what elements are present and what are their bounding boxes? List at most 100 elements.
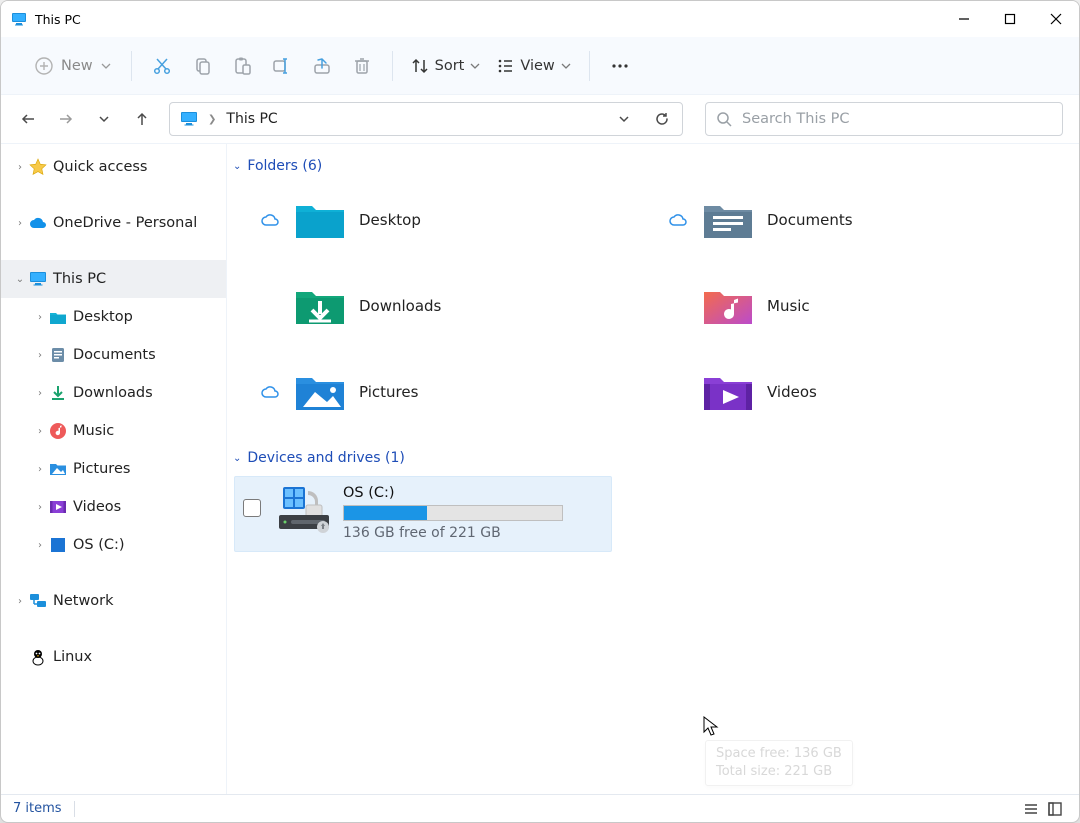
tree-item-label: OneDrive - Personal (53, 215, 197, 231)
folder-icon (701, 365, 755, 419)
music-icon (49, 422, 67, 440)
tree-twisty-icon[interactable]: › (31, 426, 49, 437)
search-icon (716, 111, 732, 127)
status-item-count: 7 items (13, 801, 62, 816)
maximize-button[interactable] (987, 1, 1033, 37)
delete-button[interactable] (342, 48, 382, 84)
drives-section-header[interactable]: ⌄ Devices and drives (1) (231, 450, 1075, 472)
tree-twisty-icon[interactable]: › (11, 162, 29, 173)
folder-label: Music (767, 297, 810, 315)
sidebar-item-pictures[interactable]: ›Pictures (1, 450, 226, 488)
up-button[interactable] (125, 102, 159, 136)
list-icon (1023, 801, 1039, 817)
sidebar-item-os-c-[interactable]: › OS (C:) (1, 526, 226, 564)
rename-icon (272, 56, 292, 76)
sidebar-item-desktop[interactable]: › Desktop (1, 298, 226, 336)
star-icon (29, 158, 47, 176)
folder-icon (293, 365, 347, 419)
sidebar-item-network[interactable]: ›Network (1, 582, 226, 620)
minimize-button[interactable] (941, 1, 987, 37)
chevron-down-icon (98, 113, 110, 125)
search-box[interactable] (705, 102, 1063, 136)
drive-icon (49, 536, 67, 554)
sidebar-item-quick-access[interactable]: › Quick access (1, 148, 226, 186)
tree-twisty-icon[interactable]: › (11, 596, 29, 607)
trash-icon (352, 56, 372, 76)
downloads-icon (49, 384, 67, 402)
drive-checkbox[interactable] (243, 499, 261, 517)
folder-item-videos[interactable]: Videos (667, 364, 1065, 420)
copy-icon (192, 56, 212, 76)
tree-item-label: This PC (53, 271, 106, 287)
cut-button[interactable] (142, 48, 182, 84)
chevron-down-icon (470, 61, 480, 71)
sort-icon (411, 57, 429, 75)
folder-label: Pictures (359, 383, 418, 401)
recent-locations-button[interactable] (87, 102, 121, 136)
sidebar-item-downloads[interactable]: › Downloads (1, 374, 226, 412)
tree-twisty-icon[interactable]: › (31, 388, 49, 399)
tree-twisty-icon[interactable]: › (31, 502, 49, 513)
chevron-down-icon (101, 61, 111, 71)
more-button[interactable] (600, 48, 640, 84)
pc-icon (11, 11, 27, 27)
drive-item[interactable]: OS (C:) 136 GB free of 221 GB (234, 476, 612, 552)
paste-button[interactable] (222, 48, 262, 84)
sidebar-item-videos[interactable]: ›Videos (1, 488, 226, 526)
sidebar-item-onedrive-personal[interactable]: › OneDrive - Personal (1, 204, 226, 242)
folder-item-music[interactable]: Music (667, 278, 1065, 334)
folders-section-header[interactable]: ⌄ Folders (6) (231, 158, 1075, 180)
folder-item-documents[interactable]: Documents (667, 192, 1065, 248)
folder-item-pictures[interactable]: Pictures (259, 364, 657, 420)
details-view-button[interactable] (1019, 797, 1043, 821)
view-button[interactable]: View (488, 48, 578, 84)
tree-twisty-icon[interactable]: › (31, 464, 49, 475)
chevron-down-icon (618, 113, 630, 125)
toolbar: New Sort View (1, 37, 1079, 95)
search-input[interactable] (742, 111, 1052, 127)
breadcrumb-item[interactable]: This PC (226, 111, 277, 127)
tree-item-label: Downloads (73, 385, 153, 401)
refresh-button[interactable] (648, 105, 676, 133)
thumbnails-view-button[interactable] (1043, 797, 1067, 821)
tree-item-label: OS (C:) (73, 537, 125, 553)
share-icon (312, 56, 332, 76)
tree-item-label: Desktop (73, 309, 133, 325)
storage-bar (343, 505, 563, 521)
sidebar-item-linux[interactable]: Linux (1, 638, 226, 676)
forward-button[interactable] (49, 102, 83, 136)
grid-icon (1047, 801, 1063, 817)
chevron-down-icon: ⌄ (233, 453, 241, 464)
sort-button[interactable]: Sort (403, 48, 489, 84)
tree-item-label: Quick access (53, 159, 147, 175)
sidebar-item-documents[interactable]: ›Documents (1, 336, 226, 374)
tree-twisty-icon[interactable]: › (11, 218, 29, 229)
address-bar[interactable]: ❯ This PC (169, 102, 683, 136)
sidebar-item-this-pc[interactable]: ⌄ This PC (1, 260, 226, 298)
folder-item-desktop[interactable]: Desktop (259, 192, 657, 248)
folder-item-downloads[interactable]: Downloads (259, 278, 657, 334)
tree-twisty-icon[interactable]: › (31, 540, 49, 551)
share-button[interactable] (302, 48, 342, 84)
folder-icon (701, 193, 755, 247)
pictures-icon (49, 460, 67, 478)
network-icon (29, 592, 47, 610)
desktop-icon (49, 308, 67, 326)
tree-twisty-icon[interactable]: › (31, 350, 49, 361)
explorer-window: This PC New (0, 0, 1080, 823)
scissors-icon (152, 56, 172, 76)
close-button[interactable] (1033, 1, 1079, 37)
status-bar: 7 items (1, 794, 1079, 822)
plus-circle-icon (35, 57, 53, 75)
tree-item-label: Music (73, 423, 114, 439)
drive-icon (277, 485, 335, 533)
sidebar-item-music[interactable]: › Music (1, 412, 226, 450)
copy-button[interactable] (182, 48, 222, 84)
new-button[interactable]: New (25, 48, 121, 84)
tree-twisty-icon[interactable]: › (31, 312, 49, 323)
rename-button[interactable] (262, 48, 302, 84)
titlebar: This PC (1, 1, 1079, 37)
back-button[interactable] (11, 102, 45, 136)
tree-twisty-icon[interactable]: ⌄ (11, 274, 29, 285)
address-dropdown-button[interactable] (610, 105, 638, 133)
